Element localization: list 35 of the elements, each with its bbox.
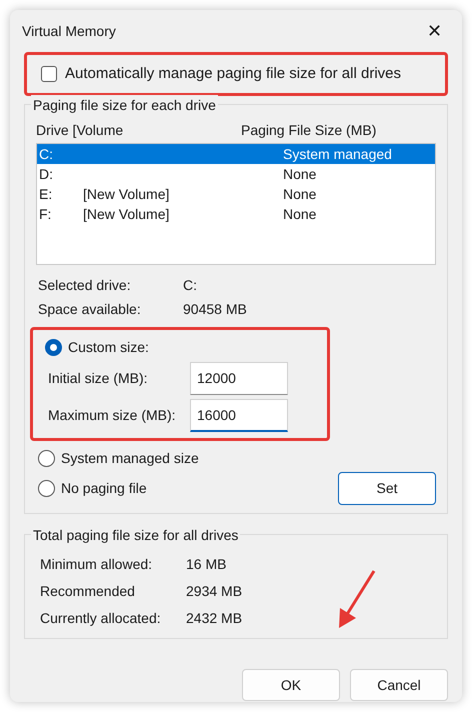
radio-button[interactable] xyxy=(38,450,55,466)
close-button[interactable]: ✕ xyxy=(419,18,450,44)
drive-row[interactable]: F: [New Volume] None xyxy=(37,204,435,224)
group-title: Paging file size for each drive xyxy=(31,95,218,116)
column-header: Paging File Size (MB) xyxy=(241,120,376,140)
field-label: Maximum size (MB): xyxy=(48,406,177,425)
size-field[interactable]: 16000 xyxy=(190,399,288,432)
drive-row[interactable]: D: None xyxy=(37,164,435,184)
drive-list[interactable]: C: System managed D: None E: [New Volume] None F: [New Volume] None xyxy=(36,143,436,265)
size-field[interactable]: 12000 xyxy=(190,362,288,395)
dialog-button[interactable]: OK xyxy=(242,669,340,701)
radio-label: Custom size: xyxy=(68,338,149,356)
dialog-button[interactable]: Cancel xyxy=(350,669,448,701)
set-button[interactable]: Set xyxy=(338,472,436,505)
radio-button[interactable] xyxy=(45,338,62,356)
window-title: Virtual Memory xyxy=(22,22,116,41)
info-value: 90458 MB xyxy=(183,300,247,318)
drive-row[interactable]: C: System managed xyxy=(37,144,435,164)
checkbox-label: Automatically manage paging file size for all drives xyxy=(65,64,401,84)
radio-button[interactable] xyxy=(38,480,55,496)
info-label: Selected drive: xyxy=(38,276,132,294)
column-header: Drive [Volume xyxy=(36,120,124,140)
total-value: 2934 MB xyxy=(186,582,242,601)
field-label: Initial size (MB): xyxy=(48,369,149,388)
radio-label: System managed size xyxy=(61,448,199,468)
checkbox[interactable] xyxy=(41,66,57,82)
total-label: Minimum allowed: xyxy=(40,555,154,574)
radio-label: No paging file xyxy=(61,478,147,498)
total-label: Recommended xyxy=(40,582,136,601)
drive-row[interactable]: E: [New Volume] None xyxy=(37,184,435,204)
info-value: C: xyxy=(183,276,197,294)
total-value: 16 MB xyxy=(186,555,226,574)
total-label: Currently allocated: xyxy=(40,609,162,628)
info-label: Space available: xyxy=(38,300,142,319)
total-value: 2432 MB xyxy=(186,609,242,628)
